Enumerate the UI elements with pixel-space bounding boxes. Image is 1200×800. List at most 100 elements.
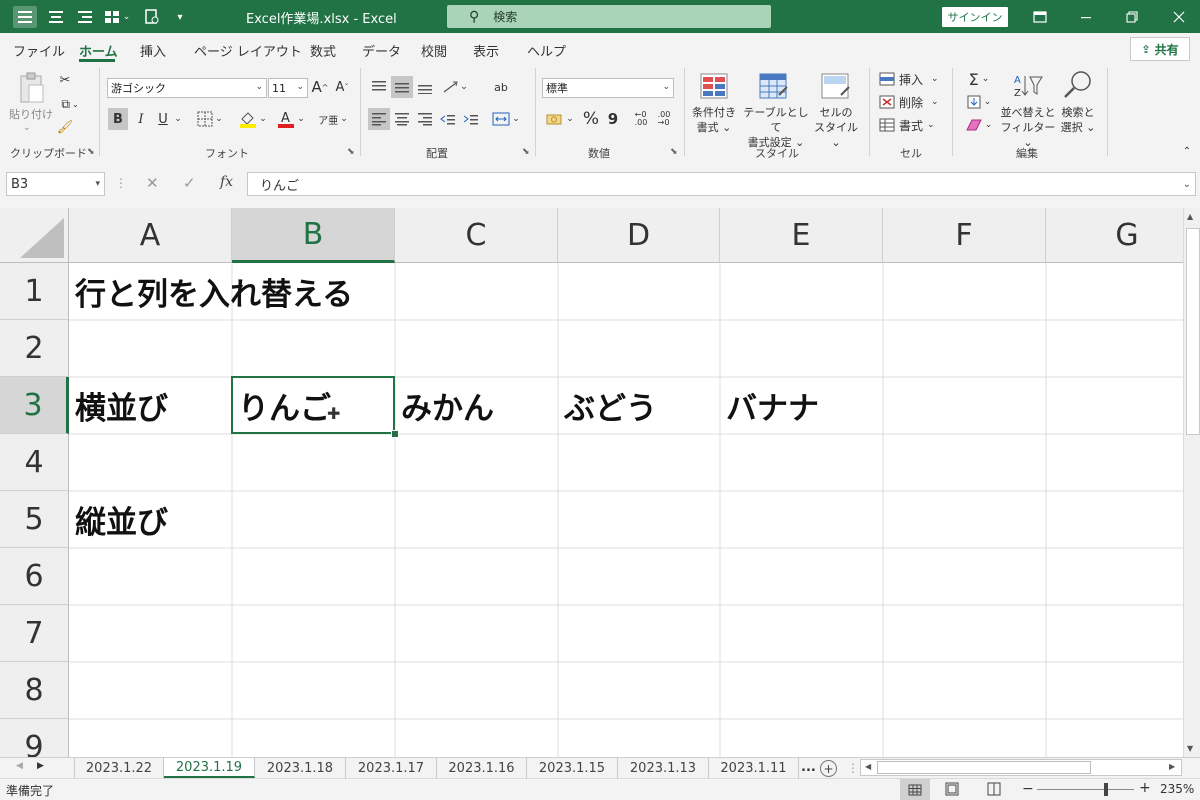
comma-button[interactable]: 9 <box>604 108 622 130</box>
horizontal-scrollbar[interactable]: ◀ ▶ <box>860 759 1182 776</box>
row-header-4[interactable]: 4 <box>0 434 69 491</box>
clipboard-launcher-icon[interactable]: ⬊ <box>87 147 95 157</box>
zoom-slider-track[interactable] <box>1037 789 1134 790</box>
row-header-8[interactable]: 8 <box>0 662 69 719</box>
format-as-table-label[interactable]: テーブルとして 書式設定 ⌄ <box>740 105 812 150</box>
align-right-icon[interactable] <box>414 108 436 130</box>
column-header-b[interactable]: B <box>232 208 395 263</box>
delete-cells-button[interactable]: 削除 ⌄ <box>879 92 945 112</box>
decrease-decimal-icon[interactable]: .00 →0 <box>653 108 675 130</box>
tab-home[interactable]: ホーム <box>79 41 118 60</box>
column-header-d[interactable]: D <box>558 208 720 263</box>
orientation-icon[interactable]: ⌄ <box>440 76 470 98</box>
scroll-up-icon[interactable]: ▲ <box>1187 212 1193 221</box>
expand-formula-icon[interactable]: ⌄ <box>1183 179 1191 190</box>
sheet-tab[interactable]: 2023.1.18 <box>255 758 346 778</box>
column-header-a[interactable]: A <box>69 208 232 263</box>
scroll-left-icon[interactable]: ◀ <box>865 762 871 771</box>
increase-indent-icon[interactable] <box>460 108 482 130</box>
minimize-icon[interactable] <box>1074 6 1098 28</box>
tab-insert[interactable]: 挿入 <box>140 41 166 60</box>
vertical-scroll-thumb[interactable] <box>1186 228 1200 435</box>
column-header-c[interactable]: C <box>395 208 558 263</box>
cell-styles-label[interactable]: セルの スタイル ⌄ <box>808 105 864 150</box>
name-box[interactable]: B3 ▾ <box>6 172 105 196</box>
chevron-down-icon[interactable]: ⌄ <box>172 108 184 130</box>
search-box[interactable]: ⚲ 検索 <box>447 5 771 28</box>
cut-icon[interactable]: ✂ <box>57 71 73 89</box>
font-color-icon[interactable]: A ⌄ <box>274 108 308 130</box>
conditional-format-label[interactable]: 条件付き 書式 ⌄ <box>686 105 742 135</box>
borders-qa-icon[interactable]: ⌄ <box>101 6 133 28</box>
normal-view-icon[interactable] <box>900 779 930 800</box>
cell-d3[interactable]: ぶどう <box>558 377 720 434</box>
more-sheets-button[interactable]: ... <box>801 760 816 775</box>
font-name-select[interactable]: 游ゴシック ⌄ <box>107 78 267 98</box>
sheet-tab[interactable]: 2023.1.17 <box>346 758 437 778</box>
worksheet-grid[interactable]: A B C D E F G 1 2 3 4 5 6 7 8 9 行と列を入れ替え… <box>0 208 1183 757</box>
format-as-table-icon[interactable] <box>759 73 789 101</box>
cell-a3[interactable]: 横並び <box>69 377 232 434</box>
cancel-icon[interactable]: ✕ <box>146 174 159 192</box>
tab-help[interactable]: ヘルプ <box>527 41 566 60</box>
number-format-select[interactable]: 標準 ⌄ <box>542 78 674 98</box>
scroll-right-icon[interactable]: ▶ <box>1169 762 1175 771</box>
tab-page-layout[interactable]: ページ レイアウト <box>194 41 302 60</box>
prev-sheet-icon[interactable]: ◀ <box>16 761 23 771</box>
page-break-view-icon[interactable] <box>987 782 1001 799</box>
merge-center-icon[interactable]: ⌄ <box>489 108 523 130</box>
grow-font-icon[interactable]: A ^ <box>311 77 329 97</box>
zoom-in-button[interactable]: + <box>1139 780 1151 796</box>
column-header-g[interactable]: G <box>1046 208 1183 263</box>
paste-icon[interactable] <box>15 69 49 107</box>
sheet-tab[interactable]: 2023.1.11 <box>709 758 799 778</box>
shrink-font-icon[interactable]: Aˇ <box>333 77 351 97</box>
horizontal-scroll-thumb[interactable] <box>877 761 1091 774</box>
italic-button[interactable]: I <box>132 108 150 130</box>
row-header-1[interactable]: 1 <box>0 263 69 320</box>
insert-function-icon[interactable]: fx <box>220 174 233 190</box>
bottom-align-icon[interactable] <box>414 76 436 98</box>
row-header-2[interactable]: 2 <box>0 320 69 377</box>
align-center-icon[interactable] <box>391 108 413 130</box>
middle-align-icon[interactable] <box>391 76 413 98</box>
cell-e3[interactable]: バナナ <box>720 377 883 434</box>
next-sheet-icon[interactable]: ▶ <box>37 761 44 771</box>
enter-icon[interactable]: ✓ <box>183 174 196 192</box>
tab-review[interactable]: 校閲 <box>421 41 447 60</box>
signin-button[interactable]: サインイン <box>942 7 1008 27</box>
restore-icon[interactable] <box>1120 6 1144 28</box>
clear-icon[interactable]: ⌄ <box>962 115 996 135</box>
more-options-icon[interactable]: ⋮ <box>115 176 127 190</box>
sheet-tab[interactable]: 2023.1.15 <box>527 758 618 778</box>
fill-icon[interactable]: ⌄ <box>962 92 996 112</box>
tab-data[interactable]: データ <box>362 41 401 60</box>
column-header-f[interactable]: F <box>883 208 1046 263</box>
bold-button[interactable]: B <box>108 108 128 130</box>
top-align-icon[interactable] <box>368 76 390 98</box>
align-right-icon[interactable] <box>73 6 97 28</box>
sheet-tab[interactable]: 2023.1.13 <box>618 758 709 778</box>
sheet-tab[interactable]: 2023.1.16 <box>437 758 527 778</box>
font-size-select[interactable]: 11 ⌄ <box>268 78 308 98</box>
zoom-slider-thumb[interactable] <box>1104 783 1108 796</box>
close-icon[interactable] <box>1167 6 1191 28</box>
sheet-tab-active[interactable]: 2023.1.19 <box>164 758 255 778</box>
vertical-scrollbar[interactable]: ▲ ▼ <box>1183 208 1200 757</box>
formula-input[interactable]: りんご ⌄ <box>247 172 1196 196</box>
alignment-launcher-icon[interactable]: ⬊ <box>522 147 530 157</box>
select-all-corner[interactable] <box>0 208 69 263</box>
decrease-indent-icon[interactable] <box>437 108 459 130</box>
tab-view[interactable]: 表示 <box>473 41 499 60</box>
column-header-e[interactable]: E <box>720 208 883 263</box>
underline-button[interactable]: U <box>154 108 172 130</box>
find-select-icon[interactable] <box>1062 69 1094 101</box>
format-cells-button[interactable]: 書式 ⌄ <box>879 115 945 135</box>
print-preview-icon[interactable] <box>140 6 164 28</box>
row-header-6[interactable]: 6 <box>0 548 69 605</box>
cell-styles-icon[interactable] <box>821 73 851 101</box>
customize-qa-icon[interactable]: ▾ <box>168 6 192 28</box>
fill-color-icon[interactable]: ⌄ <box>236 108 270 130</box>
number-launcher-icon[interactable]: ⬊ <box>670 147 678 157</box>
ribbon-display-icon[interactable] <box>1028 6 1052 28</box>
